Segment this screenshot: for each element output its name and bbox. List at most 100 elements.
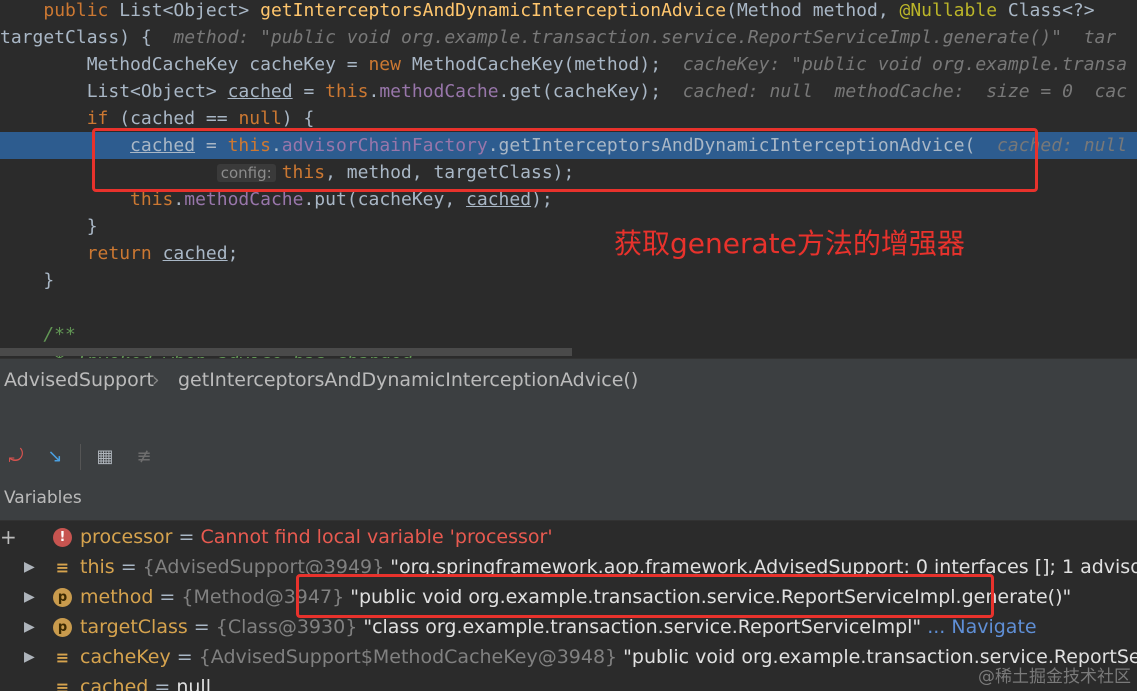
variable-text: processor = Cannot find local variable '… xyxy=(80,522,553,552)
variable-name: method xyxy=(80,586,154,608)
code-editor[interactable]: public List<Object> getInterceptorsAndDy… xyxy=(0,0,1137,358)
code-token: methodCache xyxy=(184,189,304,210)
variable-name: cacheKey xyxy=(80,646,171,668)
variable-text: cached = null xyxy=(80,672,211,691)
field-icon: ≡ xyxy=(55,678,70,691)
parameter-icon: p xyxy=(53,618,72,637)
breadcrumb-separator: › xyxy=(152,369,160,391)
table-view-icon[interactable]: ▦ xyxy=(94,446,116,468)
annotation-text: 获取generate方法的增强器 xyxy=(614,227,965,260)
code-line[interactable] xyxy=(0,294,1137,321)
step-into-icon[interactable]: ↘ xyxy=(44,446,66,468)
horizontal-scrollbar[interactable] xyxy=(0,348,572,356)
equals-sign: = xyxy=(148,676,177,691)
variable-type: {AdvisedSupport$MethodCacheKey@3948} xyxy=(198,646,618,668)
expand-arrow-icon[interactable]: ▶ xyxy=(24,582,35,612)
code-line[interactable]: return cached; xyxy=(0,240,1137,267)
code-token: ) { xyxy=(281,108,315,129)
code-token: (cached == xyxy=(108,108,239,129)
code-token: } xyxy=(0,270,55,291)
code-token: public xyxy=(43,0,109,21)
code-token: cached xyxy=(227,81,293,102)
variable-type: {Class@3930} xyxy=(215,616,358,638)
code-line[interactable]: public List<Object> getInterceptorsAndDy… xyxy=(0,0,1137,24)
code-line[interactable]: /** xyxy=(0,321,1137,348)
variable-value: Cannot find local variable 'processor' xyxy=(200,526,553,548)
equals-sign: = xyxy=(187,616,216,638)
breadcrumb: AdvisedSupport › getInterceptorsAndDynam… xyxy=(0,358,1137,401)
code-line[interactable]: MethodCacheKey cacheKey = new MethodCach… xyxy=(0,51,1137,78)
debug-inline-value: cached: null methodCache: size = 0 cac xyxy=(682,81,1128,102)
code-token: MethodCacheKey cacheKey = xyxy=(0,54,369,75)
toolbar-separator xyxy=(80,444,81,470)
field-icon: ≡ xyxy=(55,648,70,667)
equals-sign: = xyxy=(170,646,199,668)
code-token: MethodCacheKey(method); xyxy=(400,54,683,75)
highlight-box xyxy=(296,574,994,618)
navigate-link[interactable]: ... Navigate xyxy=(921,616,1036,638)
debug-inline-value: method: "public void org.example.transac… xyxy=(173,27,1117,48)
code-token: } xyxy=(0,216,98,237)
code-token: . xyxy=(368,81,380,102)
highlight-box xyxy=(92,128,1038,192)
code-line[interactable]: targetClass) { method: "public void org.… xyxy=(0,24,1137,51)
code-token: (Method method, xyxy=(726,0,900,21)
code-line[interactable]: List<Object> cached = this.methodCache.g… xyxy=(0,78,1137,105)
variable-name: cached xyxy=(80,676,149,691)
variables-list[interactable]: +! processor = Cannot find local variable… xyxy=(0,520,1137,691)
variable-name: this xyxy=(80,556,115,578)
code-token: this xyxy=(325,81,369,102)
restore-layout-icon[interactable]: ⤾ xyxy=(5,446,27,468)
expand-arrow-icon[interactable]: ▶ xyxy=(24,552,35,582)
code-token: Class<?> xyxy=(997,0,1095,21)
code-token: . xyxy=(173,189,185,210)
code-token: new xyxy=(368,54,401,75)
code-token: cached xyxy=(162,243,228,264)
debug-toolbar: ⤾ ↘ ▦ ≢ xyxy=(0,440,1137,474)
code-token: if xyxy=(86,108,109,129)
variable-value: null xyxy=(176,676,211,691)
variable-row[interactable]: ! processor = Cannot find local variable … xyxy=(0,522,1137,552)
code-line[interactable]: } xyxy=(0,267,1137,294)
variable-row[interactable]: ≡ cached = null xyxy=(0,672,1137,691)
variable-row[interactable]: ▶ ≡ cacheKey = {AdvisedSupport$MethodCache… xyxy=(0,642,1137,672)
expand-arrow-icon[interactable]: ▶ xyxy=(24,612,35,642)
breadcrumb-class[interactable]: AdvisedSupport xyxy=(4,359,154,401)
code-token: this xyxy=(130,189,174,210)
equals-sign: = xyxy=(153,586,182,608)
code-token: @Nullable xyxy=(899,0,998,21)
code-token: List<Object> xyxy=(0,81,228,102)
breadcrumb-method[interactable]: getInterceptorsAndDynamicInterceptionAdv… xyxy=(178,359,638,401)
code-token: .get(cacheKey); xyxy=(498,81,683,102)
code-token: targetClass) { xyxy=(0,27,174,48)
debug-inline-value: cacheKey: "public void org.example.trans… xyxy=(682,54,1128,75)
variable-name: processor xyxy=(80,526,173,548)
code-token: cached xyxy=(466,189,532,210)
code-token: = xyxy=(292,81,326,102)
expand-arrow-icon[interactable]: ▶ xyxy=(24,642,35,672)
diff-view-icon[interactable]: ≢ xyxy=(133,446,155,468)
equals-sign: = xyxy=(114,556,143,578)
watermark: @稀土掘金技术社区 xyxy=(978,667,1131,687)
code-token: ); xyxy=(531,189,553,210)
code-token: getInterceptorsAndDynamicInterceptionAdv… xyxy=(260,0,727,21)
debug-panel: ⤾ ↘ ▦ ≢ Variables +! processor = Cannot f… xyxy=(0,400,1137,691)
field-icon: ≡ xyxy=(55,558,70,577)
variable-name: targetClass xyxy=(80,616,188,638)
variable-value: "class org.example.transaction.service.R… xyxy=(357,616,922,638)
equals-sign: = xyxy=(172,526,201,548)
code-token: ; xyxy=(227,243,239,264)
code-token: null xyxy=(238,108,282,129)
parameter-icon: p xyxy=(53,588,72,607)
code-token: methodCache xyxy=(379,81,499,102)
code-token: return xyxy=(86,243,152,264)
error-icon: ! xyxy=(53,528,72,547)
code-line[interactable]: } xyxy=(0,213,1137,240)
variables-title: Variables xyxy=(4,488,82,508)
code-token: /** xyxy=(0,324,76,345)
